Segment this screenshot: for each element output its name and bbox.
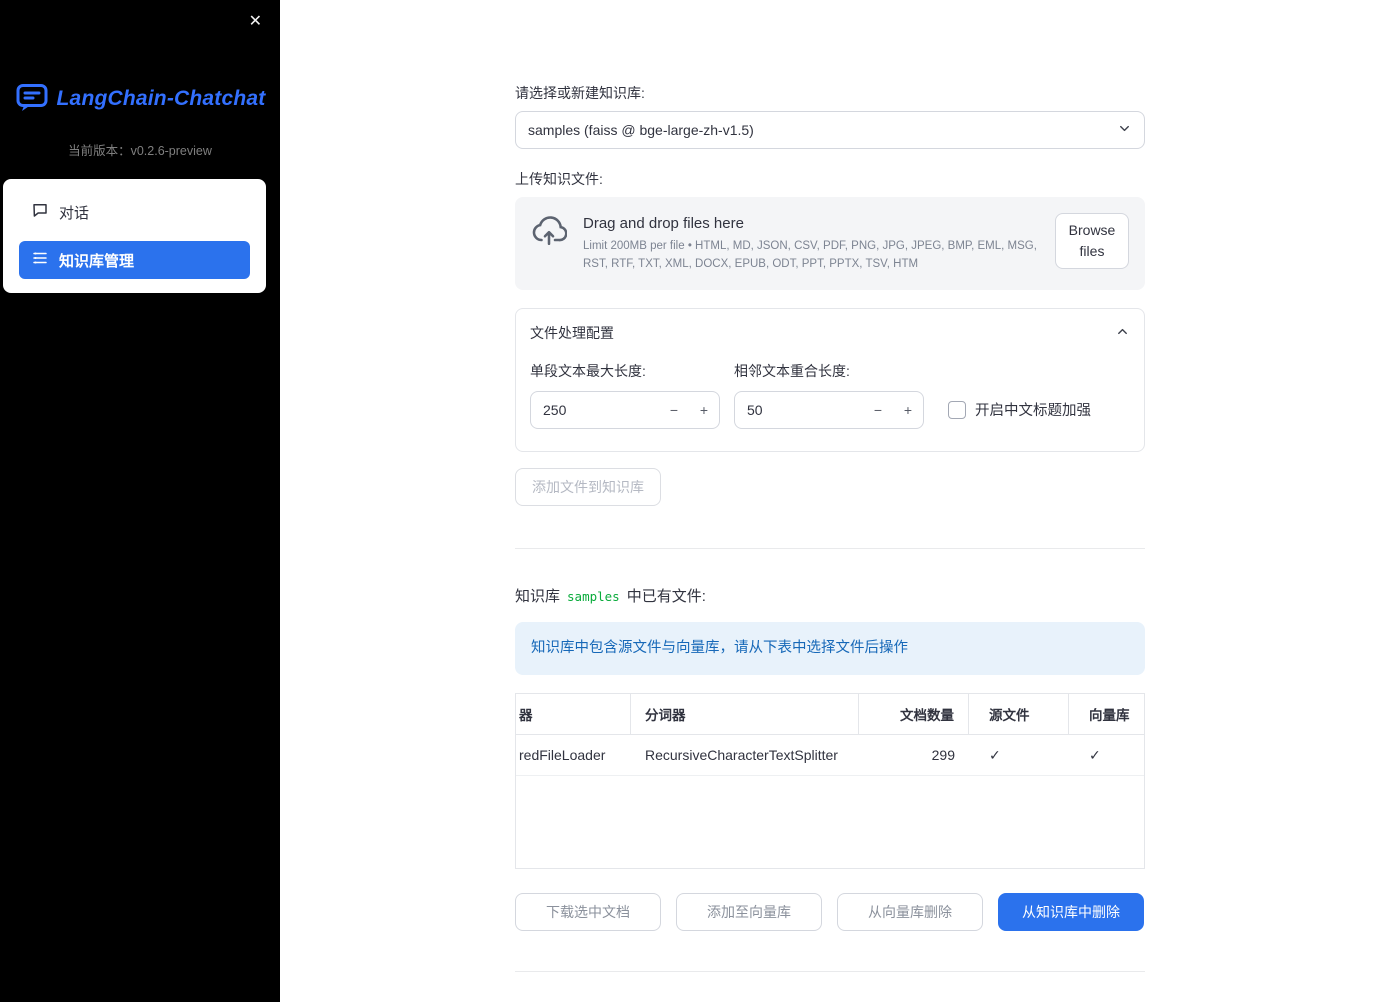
kb-files-prefix: 知识库 [515, 587, 561, 605]
chinese-title-enhance-checkbox[interactable]: 开启中文标题加强 [948, 391, 1091, 429]
checkbox-label: 开启中文标题加强 [975, 403, 1091, 420]
logo-text: LangChain-Chatchat [56, 87, 266, 110]
kb-name-code: samples [567, 588, 620, 604]
uploader-limits: Limit 200MB per file • HTML, MD, JSON, C… [583, 240, 1037, 270]
browse-files-button[interactable]: Browse files [1055, 213, 1129, 269]
version-label: 当前版本：v0.2.6-preview [68, 144, 212, 158]
column-header-source-file: 源文件 [969, 694, 1069, 735]
cell-source-file-check: ✓ [989, 746, 1001, 763]
upload-label: 上传知识文件: [515, 171, 603, 187]
file-config-body: 单段文本最大长度: 250 − + 相邻文本重合长度: 50 − + 开启中文标… [516, 357, 1144, 451]
file-action-buttons: 下载选中文档 添加至向量库 从向量库删除 从知识库中删除 [515, 893, 1145, 932]
add-to-vector-store-button[interactable]: 添加至向量库 [676, 893, 822, 932]
table-empty-area [516, 776, 1144, 868]
cell-vector-store-check: ✓ [1089, 746, 1101, 763]
app-logo: LangChain-Chatchat [0, 82, 280, 116]
overlap-input[interactable]: 50 − + [734, 390, 924, 429]
files-table[interactable]: 器 分词器 文档数量 源文件 向量库 redFileLoader Recursi… [515, 693, 1145, 870]
file-config-expander: 文件处理配置 单段文本最大长度: 250 − + 相邻文本重合长度: 50 − … [515, 307, 1145, 452]
max-length-increment-button[interactable]: + [689, 392, 719, 428]
checkbox-box [948, 400, 966, 419]
expander-title: 文件处理配置 [530, 324, 614, 341]
main-content: 请选择或新建知识库: samples (faiss @ bge-large-zh… [280, 0, 1380, 1002]
chat-bubble-icon [31, 201, 49, 223]
add-files-to-kb-button[interactable]: 添加文件到知识库 [515, 467, 661, 506]
delete-from-vector-store-button[interactable]: 从向量库删除 [837, 893, 983, 932]
overlap-group: 相邻文本重合长度: 50 − + [734, 361, 924, 429]
overlap-increment-button[interactable]: + [893, 392, 923, 428]
uploader-title: Drag and drop files here [583, 215, 744, 232]
sidebar-close-button[interactable]: ✕ [243, 8, 268, 36]
sidebar-item-label: 对话 [59, 204, 90, 222]
cell-doc-count: 299 [931, 747, 955, 764]
knowledge-base-icon [31, 249, 49, 271]
column-header-doc-count: 文档数量 [859, 694, 969, 735]
table-row[interactable]: redFileLoader RecursiveCharacterTextSpli… [516, 735, 1144, 777]
divider [515, 971, 1145, 973]
app-root: ✕ LangChain-Chatchat 当前版本：v0.2.6-preview [0, 0, 1380, 1002]
max-length-group: 单段文本最大长度: 250 − + [530, 361, 720, 429]
info-banner: 知识库中包含源文件与向量库，请从下表中选择文件后操作 [515, 621, 1145, 676]
cell-loader: redFileLoader [519, 747, 606, 764]
logo-chat-icon [15, 82, 49, 116]
column-header-splitter: 分词器 [631, 694, 859, 735]
sidebar-item-label: 知识库管理 [59, 252, 135, 270]
uploader-text: Drag and drop files here Limit 200MB per… [583, 213, 1039, 274]
overlap-label: 相邻文本重合长度: [734, 362, 850, 379]
overlap-decrement-button[interactable]: − [863, 392, 893, 428]
kb-select-label: 请选择或新建知识库: [515, 85, 645, 101]
upload-cloud-icon [531, 213, 568, 252]
file-config-expander-header[interactable]: 文件处理配置 [516, 309, 1144, 357]
divider [515, 547, 1145, 549]
kb-select-value: samples (faiss @ bge-large-zh-v1.5) [528, 122, 754, 138]
chevron-up-icon [1115, 324, 1130, 342]
delete-from-kb-button[interactable]: 从知识库中删除 [998, 893, 1144, 932]
column-header-vector-store: 向量库 [1089, 708, 1130, 724]
chevron-down-icon [1117, 121, 1132, 139]
sidebar-item-dialogue[interactable]: 对话 [19, 193, 250, 231]
cell-splitter: RecursiveCharacterTextSplitter [645, 747, 838, 764]
sidebar-nav: 对话 知识库管理 [3, 179, 266, 293]
sidebar-item-kb-management[interactable]: 知识库管理 [19, 241, 250, 279]
sidebar: ✕ LangChain-Chatchat 当前版本：v0.2.6-preview [0, 0, 280, 1002]
overlap-value: 50 [747, 401, 763, 418]
max-length-input[interactable]: 250 − + [530, 390, 720, 429]
download-selected-button[interactable]: 下载选中文档 [515, 893, 661, 932]
kb-files-suffix: 中已有文件: [626, 587, 706, 605]
max-length-decrement-button[interactable]: − [659, 392, 689, 428]
close-icon: ✕ [248, 13, 262, 30]
kb-files-heading: 知识库 samples 中已有文件: [515, 585, 1145, 606]
max-length-value: 250 [543, 401, 567, 418]
file-uploader-dropzone[interactable]: Drag and drop files here Limit 200MB per… [515, 197, 1145, 290]
kb-select[interactable]: samples (faiss @ bge-large-zh-v1.5) [515, 111, 1145, 149]
files-table-header: 器 分词器 文档数量 源文件 向量库 [516, 694, 1144, 736]
max-length-label: 单段文本最大长度: [530, 362, 646, 379]
column-header-loader: 器 [516, 694, 631, 735]
